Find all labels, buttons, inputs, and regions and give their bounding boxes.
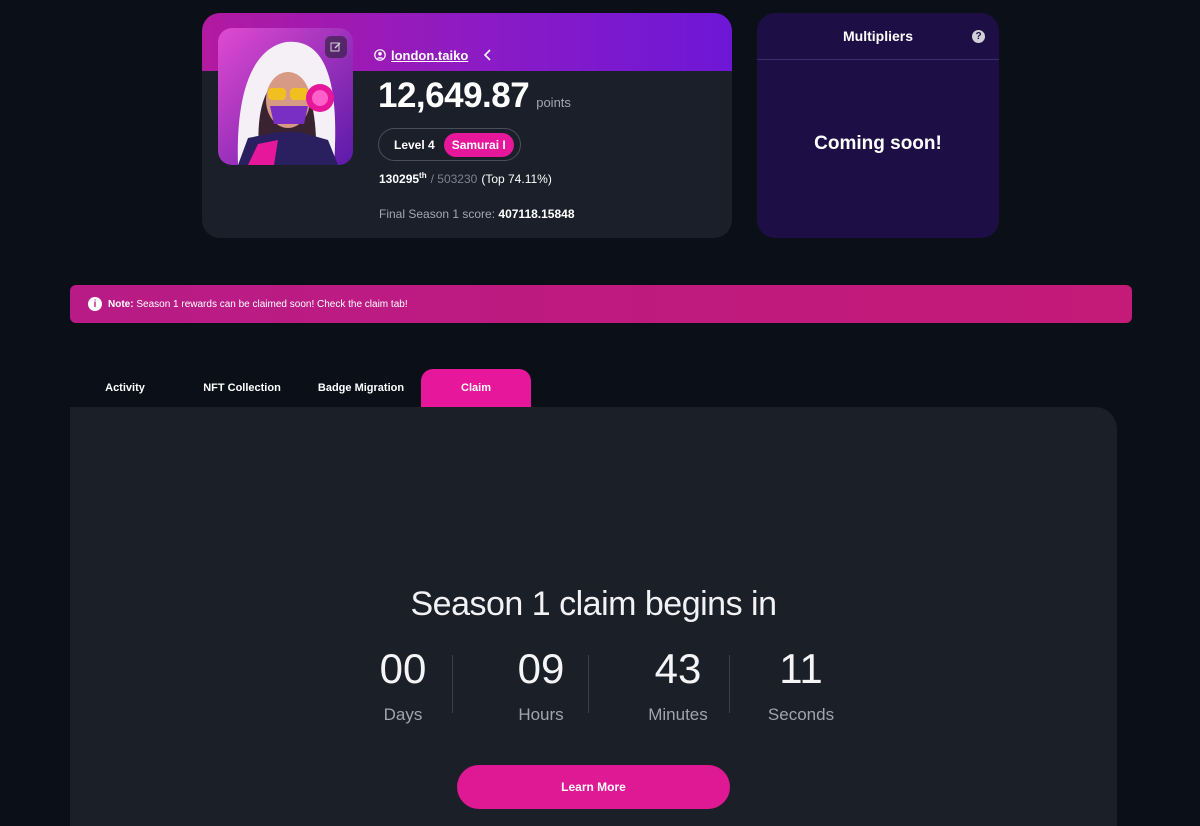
countdown-divider (588, 655, 589, 713)
countdown-divider (452, 655, 453, 713)
rank-top-percent: (Top 74.11%) (481, 172, 552, 186)
tab-claim[interactable]: Claim (421, 369, 531, 407)
countdown-seconds-label: Seconds (767, 705, 835, 724)
edit-icon (330, 42, 341, 52)
countdown-divider (729, 655, 730, 713)
multipliers-header: Multipliers ? (757, 13, 999, 60)
countdown-minutes: 43 Minutes (618, 645, 738, 725)
claim-title: Season 1 claim begins in (410, 585, 777, 623)
username-row: london.taiko (374, 46, 495, 64)
countdown: 00 Days 09 Hours 43 Minutes 11 Seconds (343, 645, 863, 735)
rank-badge: Samurai I (443, 132, 514, 157)
level-pill: Level 4 Samurai I (378, 128, 521, 161)
points-unit: points (536, 95, 571, 110)
points-row: 12,649.87 points (378, 76, 571, 116)
level-label: Level 4 (394, 137, 435, 152)
tab-nft-collection[interactable]: NFT Collection (182, 369, 302, 407)
points-value: 12,649.87 (378, 76, 530, 115)
note-label: Note: (108, 298, 134, 310)
rank-position: 130295th (379, 171, 427, 186)
countdown-hours-label: Hours (518, 705, 564, 724)
user-icon (374, 49, 386, 61)
countdown-hours-value: 09 (517, 645, 565, 692)
note-banner: i Note: Season 1 rewards can be claimed … (70, 285, 1132, 323)
countdown-minutes-label: Minutes (648, 705, 708, 724)
rank-row: 130295th / 503230 (Top 74.11%) (379, 171, 552, 186)
countdown-days-value: 00 (379, 645, 427, 692)
username-link[interactable]: london.taiko (391, 48, 468, 63)
chevron-left-icon[interactable] (481, 48, 495, 62)
avatar[interactable] (218, 28, 353, 165)
rank-position-value: 130295 (379, 172, 420, 186)
learn-more-button[interactable]: Learn More (457, 765, 730, 809)
season-score-value: 407118.15848 (498, 207, 575, 221)
multipliers-card: Multipliers ? Coming soon! (757, 13, 999, 238)
rank-total: / 503230 (430, 172, 478, 186)
multipliers-title: Multipliers (842, 28, 913, 44)
tab-bar: Activity NFT Collection Badge Migration … (70, 369, 531, 407)
countdown-seconds: 11 Seconds (741, 645, 861, 725)
edit-avatar-button[interactable] (325, 36, 347, 58)
countdown-minutes-value: 43 (654, 645, 702, 692)
help-icon[interactable]: ? (972, 30, 985, 43)
countdown-days-label: Days (383, 705, 423, 724)
profile-card: london.taiko 12,649.87 points Level 4 Sa… (202, 13, 732, 238)
tab-activity[interactable]: Activity (70, 369, 180, 407)
note-text: Note: Season 1 rewards can be claimed so… (108, 299, 408, 310)
note-message: Season 1 rewards can be claimed soon! Ch… (136, 298, 408, 310)
season-score-label: Final Season 1 score: (379, 207, 496, 221)
page: london.taiko 12,649.87 points Level 4 Sa… (0, 0, 1200, 826)
info-icon: i (88, 297, 102, 311)
tab-badge-migration[interactable]: Badge Migration (302, 369, 420, 407)
claim-panel: Season 1 claim begins in 00 Days 09 Hour… (70, 407, 1117, 826)
countdown-days: 00 Days (343, 645, 463, 725)
countdown-hours: 09 Hours (481, 645, 601, 725)
countdown-seconds-value: 11 (779, 645, 823, 692)
rank-suffix: th (419, 171, 427, 180)
coming-soon-text: Coming soon! (814, 133, 942, 154)
season-score-row: Final Season 1 score: 407118.15848 (379, 207, 575, 221)
